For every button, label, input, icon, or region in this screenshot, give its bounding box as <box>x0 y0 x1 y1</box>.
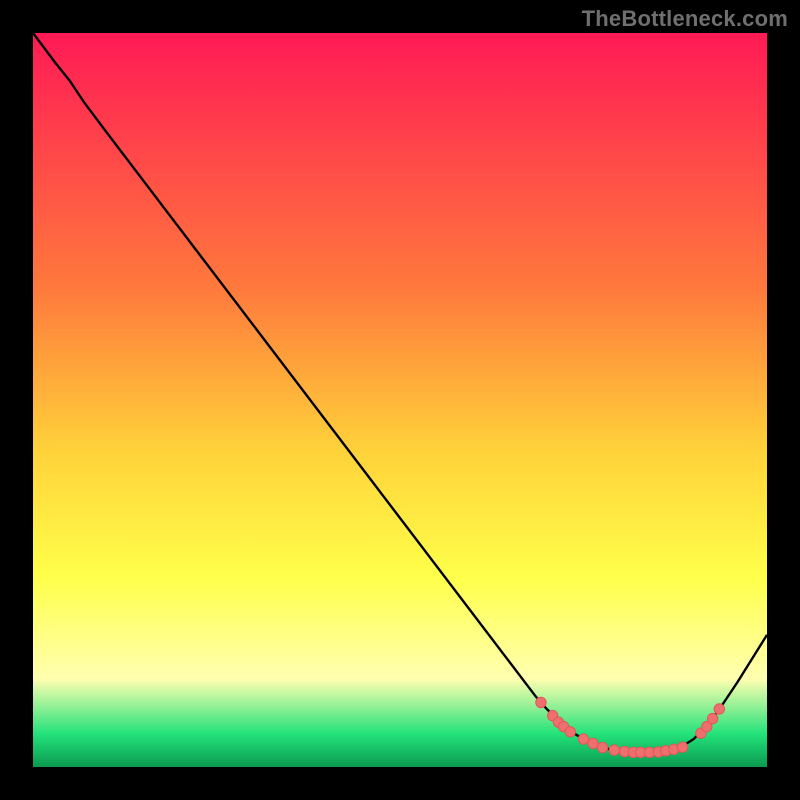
data-marker <box>609 745 619 755</box>
data-marker <box>677 742 687 752</box>
plot-area <box>33 33 767 767</box>
data-marker <box>588 738 598 748</box>
data-marker <box>578 734 588 744</box>
watermark-text: TheBottleneck.com <box>582 6 788 32</box>
data-marker <box>597 742 607 752</box>
data-marker <box>536 697 546 707</box>
data-marker <box>565 727 575 737</box>
chart-svg <box>33 33 767 767</box>
data-marker <box>714 704 724 714</box>
chart-container: TheBottleneck.com <box>0 0 800 800</box>
data-marker <box>707 713 717 723</box>
gradient-background <box>33 33 767 767</box>
